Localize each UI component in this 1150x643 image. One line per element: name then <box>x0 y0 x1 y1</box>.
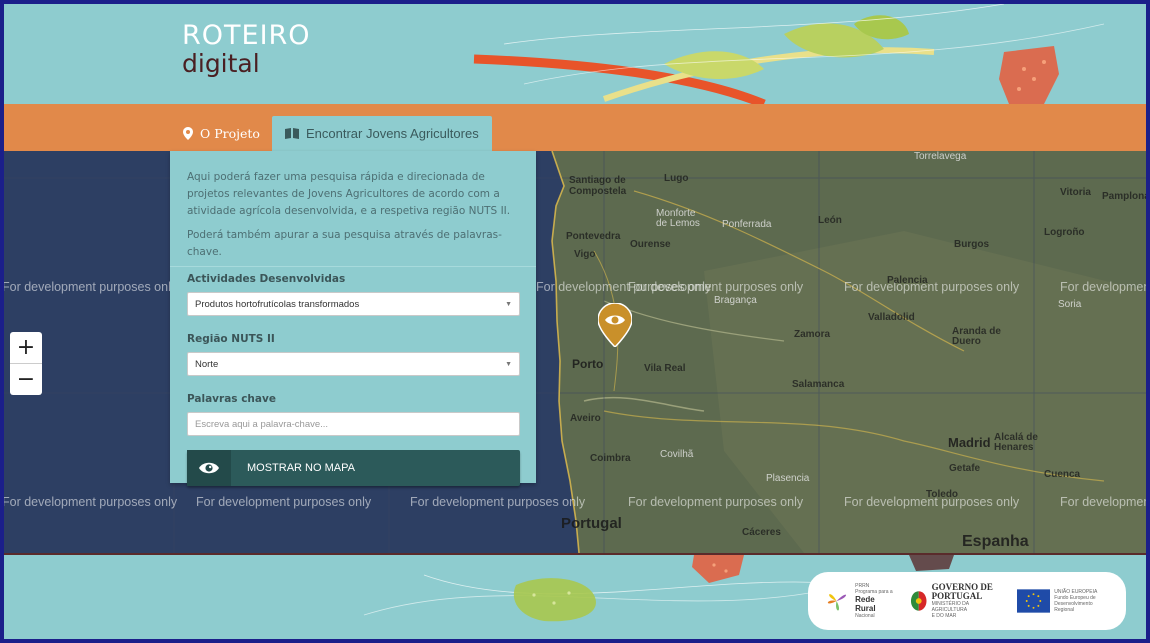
eu-small-3: Desenvolvimento Regional <box>1054 601 1093 613</box>
place-label: Lugo <box>664 173 689 184</box>
place-label: Alcalá de Henares <box>994 432 1038 453</box>
map-watermark: For development purposes only <box>410 495 586 509</box>
map-marker[interactable] <box>598 303 632 347</box>
search-intro: Aqui poderá fazer uma pesquisa rápida e … <box>187 171 511 217</box>
place-label: Monforte de Lemos <box>656 208 700 229</box>
header-decoration <box>473 4 1105 104</box>
prr-big: Rede Rural <box>855 595 876 613</box>
logo-line-2: digital <box>182 49 260 78</box>
map-watermark: For development purposes only <box>1060 280 1146 294</box>
place-label: Getafe <box>949 463 981 474</box>
place-label: Valladolid <box>868 312 915 323</box>
place-label: Cáceres <box>742 527 781 538</box>
panel-divider <box>170 266 536 267</box>
activities-label: Actividades Desenvolvidas <box>187 273 346 285</box>
place-label: Pontevedra <box>566 231 621 242</box>
chevron-down-icon: ▼ <box>505 360 512 368</box>
tab-encontrar-label: Encontrar Jovens Agricultores <box>306 126 479 141</box>
partner-logos: PRRN Programa para a Rede Rural Nacional… <box>808 572 1126 630</box>
search-panel: Aqui poderá fazer uma pesquisa rápida e … <box>170 151 536 486</box>
governo-portugal-logo[interactable]: GOVERNO DE PORTUGAL MINISTÉRIO DA AGRICU… <box>910 583 1003 619</box>
book-icon <box>285 128 299 139</box>
place-label: Porto <box>572 357 604 371</box>
keywords-input[interactable] <box>187 412 520 436</box>
chevron-down-icon: ▼ <box>505 300 512 308</box>
place-label: Ponferrada <box>722 219 772 230</box>
place-label: Vitoria <box>1060 187 1091 198</box>
eu-flag-icon <box>1017 589 1051 613</box>
gov-small-1: MINISTÉRIO DA AGRICULTURA <box>931 601 969 613</box>
prr-small-3: Nacional <box>855 613 875 619</box>
gov-big-2: PORTUGAL <box>931 591 983 601</box>
activities-select[interactable]: Produtos hortofrutícolas transformados ▼ <box>187 292 520 316</box>
map-pin-icon <box>183 127 193 140</box>
place-label: Burgos <box>954 239 989 250</box>
place-label: Toledo <box>926 489 959 500</box>
flower-icon <box>827 594 847 611</box>
tab-o-projeto-label: O Projeto <box>200 126 260 141</box>
place-label: Ourense <box>630 239 671 250</box>
place-label: Plasencia <box>766 473 810 484</box>
show-on-map-label: MOSTRAR NO MAPA <box>247 462 355 474</box>
place-label: Vigo <box>574 249 596 260</box>
tab-encontrar-jovens-agricultores[interactable]: Encontrar Jovens Agricultores <box>272 116 492 151</box>
map-watermark: For development purposes only <box>1060 495 1146 509</box>
prr-logo[interactable]: PRRN Programa para a Rede Rural Nacional <box>822 583 896 619</box>
zoom-control: + − <box>10 332 42 395</box>
map-watermark: For development purposes only <box>844 280 1020 294</box>
place-label: León <box>818 215 842 226</box>
zoom-out-button[interactable]: − <box>10 363 42 394</box>
map-watermark: For development purposes only <box>628 495 804 509</box>
place-label: Madrid <box>948 435 991 450</box>
place-label: Bragança <box>714 295 757 306</box>
tab-o-projeto[interactable]: O Projeto <box>170 116 273 151</box>
place-label: Portugal <box>561 515 622 532</box>
show-on-map-button[interactable]: MOSTRAR NO MAPA <box>187 450 520 486</box>
place-label: Cuenca <box>1044 469 1081 480</box>
site-header: ROTEIRO digital <box>4 4 1146 104</box>
place-label: Covilhã <box>660 449 694 460</box>
map-watermark: For development purposes only <box>196 495 372 509</box>
keywords-label: Palavras chave <box>187 393 276 405</box>
roteiro-digital-logo[interactable]: ROTEIRO digital <box>182 22 311 78</box>
place-label: Soria <box>1058 299 1082 310</box>
logo-line-1: ROTEIRO <box>182 20 311 51</box>
main-nav: O Projeto Encontrar Jovens Agricultores <box>4 104 1146 151</box>
eye-icon <box>187 450 231 486</box>
place-label: Salamanca <box>792 379 845 390</box>
region-label: Região NUTS II <box>187 333 275 345</box>
place-label: Coimbra <box>590 453 631 464</box>
uniao-europeia-logo[interactable]: UNIÃO EUROPEIA Fundo Europeu de Desenvol… <box>1017 589 1112 613</box>
place-label: Zamora <box>794 329 831 340</box>
region-select[interactable]: Norte ▼ <box>187 352 520 376</box>
place-label: Aveiro <box>570 413 601 424</box>
search-intro-keywords: Poderá também apurar a sua pesquisa atra… <box>187 229 502 258</box>
map-watermark: For development purposes only <box>628 280 804 294</box>
map-watermark: For development purposes only <box>4 495 178 509</box>
portugal-flag-icon <box>911 591 927 611</box>
site-footer: PRRN Programa para a Rede Rural Nacional… <box>4 553 1146 639</box>
gov-small-2: E DO MAR <box>931 613 957 619</box>
place-label: Logroño <box>1044 227 1085 238</box>
map-watermark: For development purposes only <box>4 280 178 294</box>
place-label: Aranda de Duero <box>952 326 1001 347</box>
zoom-in-button[interactable]: + <box>10 332 42 363</box>
app-frame: ROTEIRO digital O Projeto Encontrar Jove… <box>4 4 1146 639</box>
place-label: Palencia <box>887 275 928 286</box>
place-label: Santiago de Compostela <box>569 175 627 197</box>
place-label: Vila Real <box>644 363 686 374</box>
region-select-value: Norte <box>195 358 219 370</box>
place-label: Torrelavega <box>914 151 967 162</box>
place-label: Espanha <box>962 533 1029 550</box>
place-label: Pamplona <box>1102 191 1146 202</box>
activities-select-value: Produtos hortofrutícolas transformados <box>195 298 360 310</box>
